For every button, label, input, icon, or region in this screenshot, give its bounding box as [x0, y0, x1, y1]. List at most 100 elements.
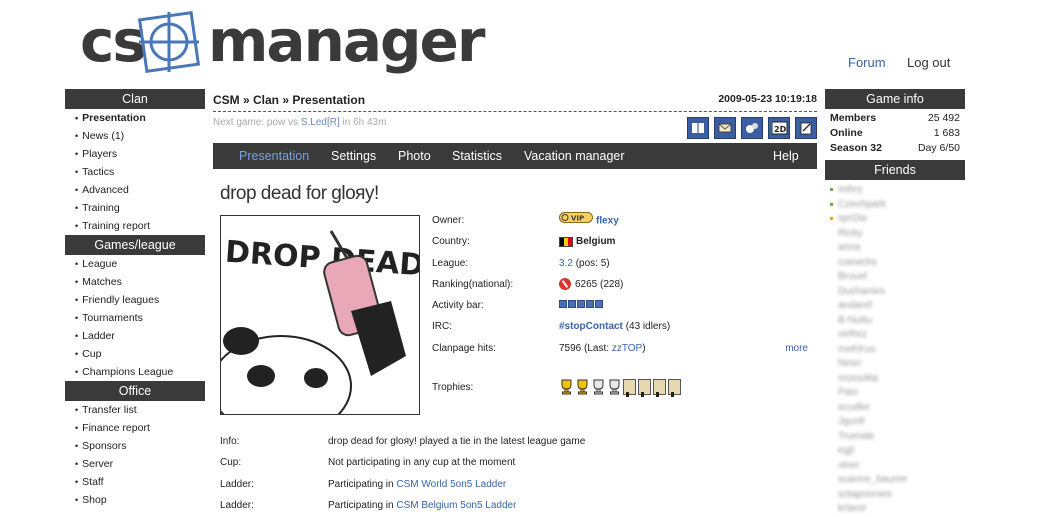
friend-item[interactable]: meKKus [825, 342, 965, 357]
tab-settings[interactable]: Settings [331, 143, 376, 169]
hits-last-link[interactable]: zzTOP [612, 343, 642, 354]
friend-item[interactable]: krlarot [825, 501, 965, 516]
friend-item[interactable]: sprOw [825, 211, 965, 226]
friends-list: sobry Czechpark sprOw Ricky anna coewchs Bruue… [825, 182, 965, 516]
friend-item[interactable]: sobry [825, 182, 965, 197]
ladder-link-belgium[interactable]: CSM Belgium 5on5 Ladder [396, 500, 516, 511]
2d-icon[interactable]: 2D [768, 117, 790, 139]
detail-ranking-label: Ranking(national): [432, 278, 514, 290]
friend-item[interactable]: nirRez [825, 327, 965, 342]
friend-name: meKKus [838, 343, 876, 355]
tab-statistics[interactable]: Statistics [452, 143, 502, 169]
plaque-icon[interactable] [638, 379, 651, 398]
mail-icon[interactable] [714, 117, 736, 139]
friend-item[interactable]: andaref [825, 298, 965, 313]
next-game-opponent-link[interactable]: S.Led[R] [301, 117, 340, 128]
tab-vacation-manager[interactable]: Vacation manager [524, 143, 625, 169]
detail-activity-label: Activity bar: [432, 300, 484, 312]
gold-trophy-icon[interactable] [575, 379, 590, 395]
menu-item-training[interactable]: Training [65, 199, 205, 217]
friend-name: coewchs [838, 256, 877, 268]
league-link[interactable]: 3.2 [559, 258, 573, 269]
notes-icon[interactable] [741, 117, 763, 139]
menu-item-finance-report[interactable]: Finance report [65, 419, 205, 437]
friend-item[interactable]: Jgunlt [825, 414, 965, 429]
game-info-key: Members [830, 112, 877, 124]
friend-name: andaref [838, 300, 872, 311]
gold-trophy-icon[interactable] [559, 379, 574, 395]
detail-owner: Owner: VIP flexy [432, 210, 817, 231]
ladder-link-world[interactable]: CSM World 5on5 Ladder [396, 479, 506, 490]
menu-item-players[interactable]: Players [65, 145, 205, 163]
menu-item-tournaments[interactable]: Tournaments [65, 309, 205, 327]
tab-photo[interactable]: Photo [398, 143, 431, 169]
friend-item[interactable]: anna [825, 240, 965, 255]
menu-item-server[interactable]: Server [65, 455, 205, 473]
menu-item-advanced[interactable]: Advanced [65, 181, 205, 199]
friend-name: Duchanies [838, 285, 886, 297]
info-row-label: Cup: [220, 457, 242, 469]
silver-trophy-icon[interactable] [591, 379, 606, 395]
friend-name: Nesri [838, 358, 862, 369]
friend-item[interactable]: Nesri [825, 356, 965, 371]
detail-owner-label: Owner: [432, 215, 465, 226]
forum-link[interactable]: Forum [848, 55, 886, 70]
tab-presentation[interactable]: Presentation [239, 143, 309, 169]
clan-details: Owner: VIP flexy Country: Belgium League:… [432, 210, 817, 359]
friend-name: viner [838, 459, 860, 471]
friend-item[interactable]: viner [825, 458, 965, 473]
menu-item-presentation[interactable]: Presentation [65, 109, 205, 127]
trophies-list [559, 378, 683, 398]
friend-item[interactable]: Bruuel [825, 269, 965, 284]
menu-item-ladder[interactable]: Ladder [65, 327, 205, 345]
friend-item[interactable]: Ricky [825, 226, 965, 241]
menu-item-cup[interactable]: Cup [65, 345, 205, 363]
clan-menu-title: Clan [65, 89, 205, 109]
menu-item-transfer-list[interactable]: Transfer list [65, 401, 205, 419]
menu-item-matches[interactable]: Matches [65, 273, 205, 291]
more-link[interactable]: more [785, 338, 808, 359]
site-logo[interactable]: cs manager [80, 7, 485, 80]
plaque-icon[interactable] [623, 379, 636, 398]
menu-item-friendly-leagues[interactable]: Friendly leagues [65, 291, 205, 309]
friend-item[interactable]: Duchanies [825, 284, 965, 299]
menu-item-staff[interactable]: Staff [65, 473, 205, 491]
book-icon[interactable] [687, 117, 709, 139]
plaque-icon[interactable] [653, 379, 666, 398]
friend-item[interactable]: Czechpark [825, 197, 965, 212]
tab-help[interactable]: Help [773, 143, 799, 169]
menu-item-tactics[interactable]: Tactics [65, 163, 205, 181]
silver-trophy-icon[interactable] [607, 379, 622, 395]
owner-link[interactable]: flexy [596, 215, 619, 226]
menu-item-training-report[interactable]: Training report [65, 217, 205, 235]
friend-name: sprOw [838, 213, 867, 224]
friend-item[interactable]: B-Nuttu [825, 313, 965, 328]
menu-item-news[interactable]: News (1) [65, 127, 205, 145]
logout-link[interactable]: Log out [907, 55, 950, 70]
friend-item[interactable]: egjt [825, 443, 965, 458]
friend-item[interactable]: mossdita [825, 371, 965, 386]
menu-item-sponsors[interactable]: Sponsors [65, 437, 205, 455]
plaque-icon[interactable] [668, 379, 681, 398]
friend-item[interactable]: Paio [825, 385, 965, 400]
friend-item[interactable]: scudler [825, 400, 965, 415]
detail-country-label: Country: [432, 236, 470, 248]
menu-item-champions-league[interactable]: Champions League [65, 363, 205, 381]
clan-info-rows: Info: drop dead for gloяy! played a tie … [220, 431, 817, 516]
friend-item[interactable]: suanne_bauner [825, 472, 965, 487]
edit-icon[interactable] [795, 117, 817, 139]
friend-item[interactable]: coewchs [825, 255, 965, 270]
logo-text-cs: cs [80, 7, 147, 75]
friend-item[interactable]: Trumide [825, 429, 965, 444]
menu-item-shop[interactable]: Shop [65, 491, 205, 509]
info-row: Ladder: Participating in CSM World 5on5 … [220, 474, 817, 495]
menu-item-league[interactable]: League [65, 255, 205, 273]
clan-name-title: drop dead for gloяy! [220, 183, 379, 204]
irc-channel-link[interactable]: #stopContact [559, 321, 623, 332]
main-content: CSM » Clan » Presentation 2009-05-23 10:… [213, 89, 817, 511]
online-status-icon [830, 217, 833, 220]
friend-item[interactable]: sotapoonies [825, 487, 965, 502]
info-row-label: Ladder: [220, 478, 254, 490]
game-info-key: Online [830, 127, 863, 139]
online-status-icon [830, 188, 833, 191]
